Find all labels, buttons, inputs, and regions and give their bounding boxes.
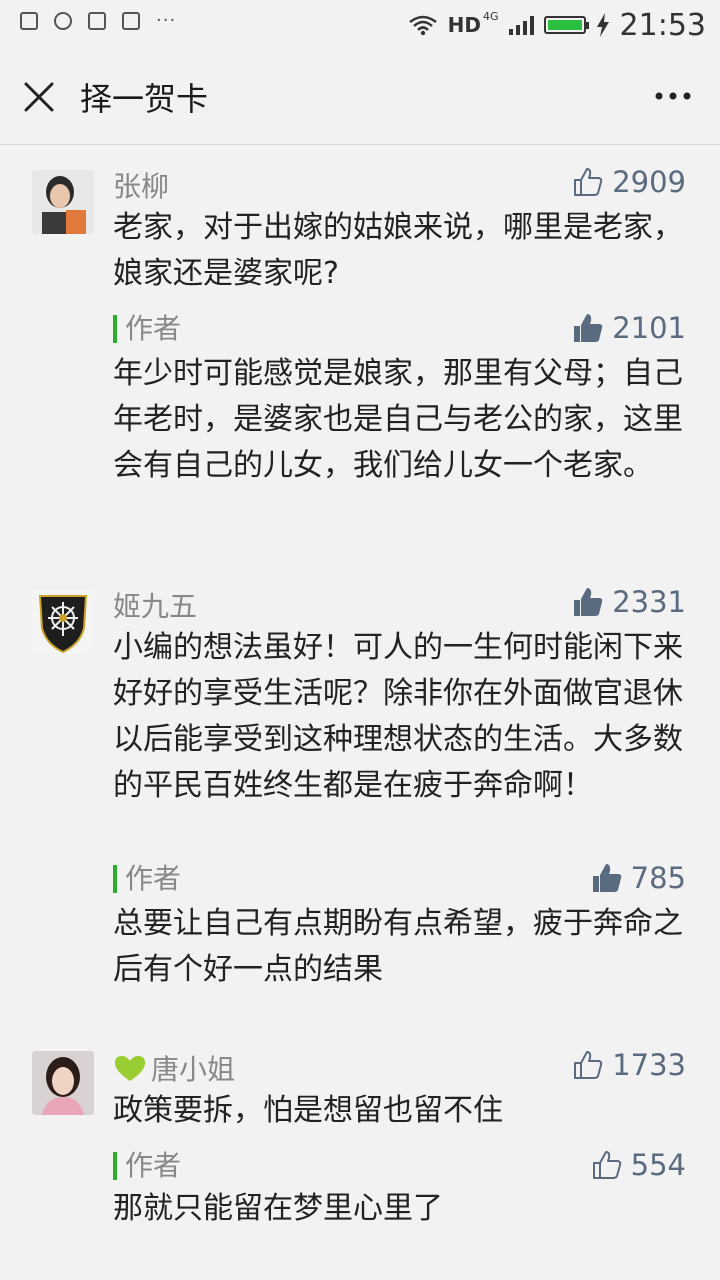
author-reply-label: 作者 bbox=[113, 1152, 181, 1180]
app-bar: 择一贺卡 bbox=[0, 50, 720, 145]
reply-text: 总要让自己有点期盼有点希望，疲于奔命之后有个好一点的结果 bbox=[113, 906, 683, 987]
notification-icons: ··· bbox=[20, 12, 176, 30]
user-photo bbox=[32, 170, 94, 234]
like-count: 1733 bbox=[612, 1048, 686, 1082]
avatar[interactable] bbox=[32, 590, 94, 654]
image-icon bbox=[20, 12, 38, 30]
battery-icon bbox=[543, 16, 589, 34]
more-options-button[interactable] bbox=[648, 78, 698, 114]
shield-emblem-icon bbox=[32, 590, 94, 654]
commenter-name: 张柳 bbox=[113, 170, 170, 203]
avatar[interactable] bbox=[32, 1051, 94, 1115]
author-reply-label: 作者 bbox=[113, 315, 181, 343]
reply-like-button[interactable]: 554 bbox=[591, 1148, 686, 1182]
commenter-name: 唐小姐 bbox=[151, 1053, 236, 1086]
commenter-name: 姬九五 bbox=[113, 590, 198, 623]
comment-text: 老家，对于出嫁的姑娘来说，哪里是老家，娘家还是婆家呢? bbox=[113, 210, 683, 291]
network-label: HD bbox=[447, 13, 481, 37]
thumbs-up-filled-icon bbox=[574, 314, 603, 342]
like-button[interactable]: 2331 bbox=[572, 585, 686, 619]
reply-text: 年少时可能感觉是娘家，那里有父母；自己年老时，是婆家也是自己与老公的家，这里会有… bbox=[113, 356, 683, 483]
page-title: 择一贺卡 bbox=[80, 80, 209, 118]
comment-text: 小编的想法虽好！可人的一生何时能闲下来好好的享受生活呢？除非你在外面做官退休以后… bbox=[113, 630, 683, 803]
headset-icon bbox=[54, 12, 72, 30]
commenter-name-row: 唐小姐 bbox=[113, 1048, 235, 1088]
like-count: 2909 bbox=[612, 165, 686, 199]
calendar-icon bbox=[88, 12, 106, 30]
comment-text: 政策要拆，怕是想留也留不住 bbox=[113, 1093, 503, 1128]
more-notifications-icon: ··· bbox=[156, 10, 177, 31]
reply-like-count: 785 bbox=[630, 861, 686, 895]
user-photo bbox=[32, 1051, 94, 1115]
thumbs-up-filled-icon bbox=[574, 588, 603, 616]
like-button[interactable]: 2909 bbox=[572, 165, 686, 199]
reply-like-count: 554 bbox=[630, 1148, 686, 1182]
heart-icon bbox=[115, 1056, 145, 1081]
reply-like-button[interactable]: 785 bbox=[591, 861, 686, 895]
apps-icon bbox=[122, 12, 140, 30]
network-type-label: 4G bbox=[483, 10, 499, 23]
thumbs-up-outline-icon bbox=[574, 1051, 603, 1079]
status-bar: ··· HD 4G 21:53 bbox=[0, 0, 720, 50]
close-icon bbox=[24, 82, 54, 112]
reply-like-button[interactable]: 2101 bbox=[572, 311, 686, 345]
thumbs-up-outline-icon bbox=[574, 168, 603, 196]
charging-icon bbox=[596, 13, 609, 37]
status-indicators: HD 4G 21:53 bbox=[408, 6, 706, 44]
author-reply-label: 作者 bbox=[113, 865, 181, 893]
more-icon bbox=[655, 92, 691, 100]
signal-icon bbox=[508, 15, 534, 35]
like-count: 2331 bbox=[612, 585, 686, 619]
reply-like-count: 2101 bbox=[612, 311, 686, 345]
reply-text: 那就只能留在梦里心里了 bbox=[113, 1191, 443, 1226]
close-button[interactable] bbox=[22, 80, 56, 114]
avatar[interactable] bbox=[32, 170, 94, 234]
wifi-icon bbox=[408, 15, 437, 36]
like-button[interactable]: 1733 bbox=[572, 1048, 686, 1082]
thumbs-up-filled-icon bbox=[592, 864, 621, 892]
thumbs-up-outline-icon bbox=[592, 1151, 621, 1179]
clock: 21:53 bbox=[619, 7, 706, 43]
